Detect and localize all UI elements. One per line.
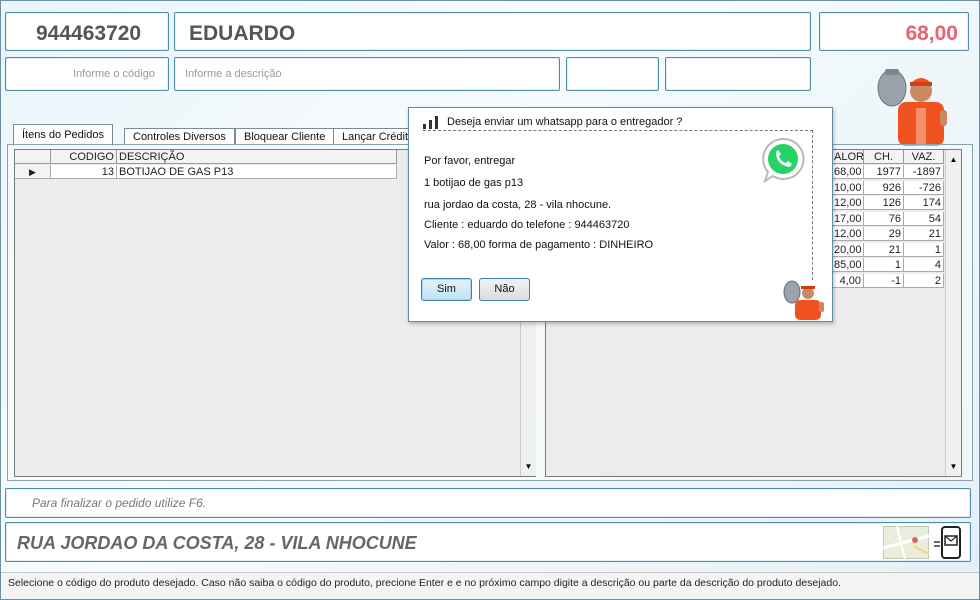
delivery-man-small-image <box>783 280 824 320</box>
stock-row-valor[interactable]: 12,00 <box>832 196 864 210</box>
stock-row-vaz[interactable]: 2 <box>904 273 944 288</box>
message-line-2: 1 botijao de gas p13 <box>424 177 524 189</box>
stock-row-ch[interactable]: 29 <box>864 227 904 241</box>
yes-button[interactable]: Sim <box>421 278 472 301</box>
stock-row-vaz[interactable]: 4 <box>904 258 944 272</box>
address-bar: RUA JORDAO DA COSTA, 28 - VILA NHOCUNE <box>5 522 971 562</box>
stock-row-vaz[interactable]: 1 <box>904 242 944 257</box>
signal-icon <box>423 116 438 129</box>
stock-row-valor[interactable]: 10,00 <box>832 180 864 195</box>
column-header-vaz[interactable]: VAZ. <box>904 150 944 164</box>
message-line-1: Por favor, entregar <box>424 155 516 167</box>
code-input[interactable]: Informe o código <box>5 57 169 91</box>
stock-row-ch[interactable]: 926 <box>864 180 904 195</box>
message-line-3: rua jordao da costa, 28 - vila nhocune. <box>424 199 612 211</box>
stock-row-ch[interactable]: 76 <box>864 211 904 226</box>
stock-row-ch[interactable]: 126 <box>864 196 904 210</box>
tab-lancar-credito[interactable]: Lançar Crédito <box>333 128 411 145</box>
dialog-title: Deseja enviar um whatsapp para o entrega… <box>447 116 683 128</box>
order-row-codigo[interactable]: 13 <box>51 165 117 179</box>
scroll-down-arrow-icon[interactable]: ▼ <box>946 459 961 474</box>
customer-name-field[interactable]: EDUARDO <box>174 12 811 51</box>
scroll-up-arrow-icon[interactable]: ▲ <box>946 152 961 167</box>
phone-value: 944463720 <box>36 22 142 45</box>
stock-row-ch[interactable]: 1 <box>864 258 904 272</box>
stock-row-ch[interactable]: 21 <box>864 242 904 257</box>
message-line-5: Valor : 68,00 forma de pagamento : DINHE… <box>424 239 654 251</box>
row-pointer-icon: ▶ <box>15 165 51 179</box>
message-line-4: Cliente : eduardo do telefone : 94446372… <box>424 219 630 231</box>
price-input[interactable] <box>665 57 811 91</box>
status-text: Selecione o código do produto desejado. … <box>8 577 841 589</box>
hint-text: Para finalizar o pedido utilize F6. <box>32 496 207 510</box>
column-header-valor[interactable]: ALOR <box>832 150 864 164</box>
no-button[interactable]: Não <box>479 278 530 301</box>
stock-row-vaz[interactable]: 174 <box>904 196 944 210</box>
whatsapp-icon <box>762 137 805 183</box>
status-bar: Selecione o código do produto desejado. … <box>1 572 979 599</box>
total-value: 68,00 <box>905 22 958 45</box>
description-input[interactable]: Informe a descrição <box>174 57 560 91</box>
tab-bloquear-cliente[interactable]: Bloquear Cliente <box>235 128 335 145</box>
stock-row-ch[interactable]: -1 <box>864 273 904 288</box>
hint-bar: Para finalizar o pedido utilize F6. <box>5 488 971 518</box>
scroll-down-arrow-icon[interactable]: ▼ <box>521 459 536 474</box>
stock-row-vaz[interactable]: -1897 <box>904 165 944 179</box>
code-input-placeholder: Informe o código <box>73 68 155 80</box>
stock-row-vaz[interactable]: 54 <box>904 211 944 226</box>
order-row-descricao[interactable]: BOTIJAO DE GAS P13 <box>117 165 397 179</box>
grid-corner <box>15 150 51 164</box>
stock-row-valor[interactable]: 85,00 <box>832 258 864 272</box>
delivery-man-image <box>877 69 947 146</box>
stock-row-valor[interactable]: 20,00 <box>832 242 864 257</box>
column-header-descricao[interactable]: DESCRIÇÃO <box>117 150 397 164</box>
stock-row-valor[interactable]: 17,00 <box>832 211 864 226</box>
map-icon[interactable] <box>883 526 929 559</box>
phone-message-icon[interactable] <box>932 526 962 559</box>
stock-row-vaz[interactable]: 21 <box>904 227 944 241</box>
tab-controles-diversos[interactable]: Controles Diversos <box>124 128 235 145</box>
address-text: RUA JORDAO DA COSTA, 28 - VILA NHOCUNE <box>17 533 417 553</box>
column-header-ch[interactable]: CH. <box>864 150 904 164</box>
total-field: 68,00 <box>819 12 969 51</box>
stock-row-valor[interactable]: 4,00 <box>832 273 864 288</box>
description-input-placeholder: Informe a descrição <box>185 68 282 80</box>
customer-name-value: EDUARDO <box>189 22 296 45</box>
whatsapp-dialog: Deseja enviar um whatsapp para o entrega… <box>408 107 833 322</box>
stock-row-ch[interactable]: 1977 <box>864 165 904 179</box>
stock-row-valor[interactable]: 12,00 <box>832 227 864 241</box>
tab-itens-pedido[interactable]: Ítens do Pedidos <box>13 124 113 146</box>
phone-field[interactable]: 944463720 <box>5 12 169 51</box>
stock-row-valor[interactable]: 68,00 <box>832 165 864 179</box>
quantity-input[interactable] <box>566 57 659 91</box>
column-header-codigo[interactable]: CODIGO <box>51 150 117 164</box>
stock-row-vaz[interactable]: -726 <box>904 180 944 195</box>
stock-grid-scrollbar[interactable]: ▲ ▼ <box>945 150 961 476</box>
